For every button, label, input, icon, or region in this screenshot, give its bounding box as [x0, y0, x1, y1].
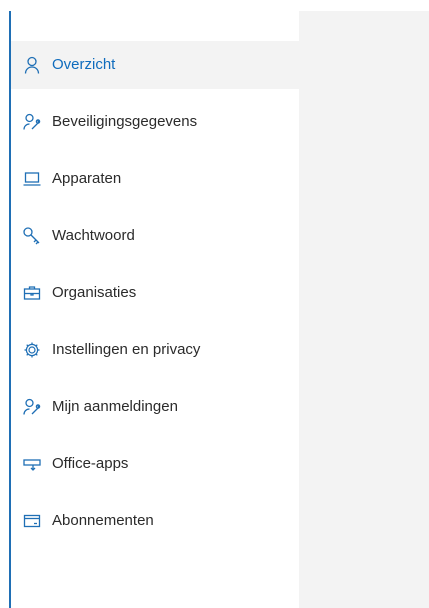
sidebar-item-label: Apparaten	[52, 170, 122, 187]
sidebar: Overzicht Beveiligingsgegevens Apparaten…	[11, 0, 299, 608]
sidebar-item-label: Beveiligingsgegevens	[52, 113, 198, 130]
sidebar-item-label: Overzicht	[52, 56, 116, 73]
sidebar-item-label: Office-apps	[52, 455, 129, 472]
key-icon	[21, 225, 43, 247]
sidebar-item-label: Instellingen en privacy	[52, 341, 201, 358]
sidebar-item-instellingen-en-privacy[interactable]: Instellingen en privacy	[11, 326, 299, 374]
person-key-icon	[21, 111, 43, 133]
sidebar-item-organisaties[interactable]: Organisaties	[11, 269, 299, 317]
person-key-icon	[21, 396, 43, 418]
sidebar-item-label: Organisaties	[52, 284, 137, 301]
sidebar-item-abonnementen[interactable]: Abonnementen	[11, 497, 299, 545]
sidebar-item-wachtwoord[interactable]: Wachtwoord	[11, 212, 299, 260]
sidebar-item-office-apps[interactable]: Office-apps	[11, 440, 299, 488]
sidebar-item-label: Wachtwoord	[52, 227, 135, 244]
briefcase-icon	[21, 282, 43, 304]
sidebar-item-label: Abonnementen	[52, 512, 154, 529]
sidebar-item-beveiligingsgegevens[interactable]: Beveiligingsgegevens	[11, 98, 299, 146]
sidebar-item-apparaten[interactable]: Apparaten	[11, 155, 299, 203]
person-icon	[21, 54, 43, 76]
main-content-pane	[299, 11, 429, 608]
office-apps-icon	[21, 453, 43, 475]
card-icon	[21, 510, 43, 532]
sidebar-item-overzicht[interactable]: Overzicht	[11, 41, 299, 89]
sidebar-item-mijn-aanmeldingen[interactable]: Mijn aanmeldingen	[11, 383, 299, 431]
gear-icon	[21, 339, 43, 361]
laptop-icon	[21, 168, 43, 190]
sidebar-item-label: Mijn aanmeldingen	[52, 398, 178, 415]
sidebar-nav: Overzicht Beveiligingsgegevens Apparaten…	[11, 41, 299, 554]
